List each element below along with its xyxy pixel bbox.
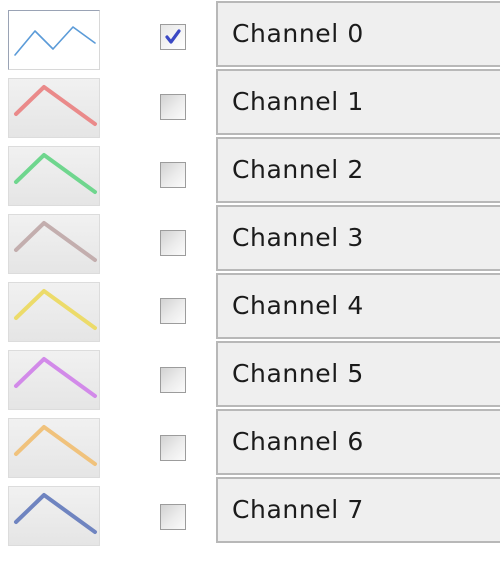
channel-row-4: Channel 4: [0, 272, 500, 342]
channel-5-color-swatch[interactable]: [8, 350, 100, 410]
channel-0-checkbox[interactable]: [160, 24, 186, 50]
channel-1-label: Channel 1: [232, 87, 364, 116]
channel-3-label: Channel 3: [232, 223, 364, 252]
peak-icon: [14, 153, 97, 194]
channel-2-color-swatch[interactable]: [8, 146, 100, 206]
channel-row-5: Channel 5: [0, 340, 500, 410]
channel-0-color-swatch[interactable]: [8, 10, 100, 70]
channel-list: Channel 0 Channel 1 Channel 2 Channel 3 Chan…: [0, 0, 500, 561]
channel-row-1: Channel 1: [0, 68, 500, 138]
channel-4-label-box[interactable]: Channel 4: [216, 273, 500, 339]
peak-icon: [14, 85, 97, 126]
channel-0-label: Channel 0: [232, 19, 364, 48]
channel-5-checkbox[interactable]: [160, 367, 186, 393]
channel-4-label: Channel 4: [232, 291, 364, 320]
channel-1-checkbox[interactable]: [160, 94, 186, 120]
peak-icon: [14, 493, 97, 534]
channel-0-label-box[interactable]: Channel 0: [216, 1, 500, 67]
channel-4-checkbox[interactable]: [160, 298, 186, 324]
channel-6-color-swatch[interactable]: [8, 418, 100, 478]
channel-7-color-swatch[interactable]: [8, 486, 100, 546]
channel-6-checkbox[interactable]: [160, 435, 186, 461]
peak-icon: [14, 289, 97, 330]
channel-3-color-swatch[interactable]: [8, 214, 100, 274]
peak-icon: [14, 221, 97, 262]
channel-7-label-box[interactable]: Channel 7: [216, 477, 500, 543]
channel-row-0: Channel 0: [0, 0, 500, 70]
channel-6-label-box[interactable]: Channel 6: [216, 409, 500, 475]
channel-1-label-box[interactable]: Channel 1: [216, 69, 500, 135]
checkmark-icon: [165, 29, 181, 44]
channel-5-label-box[interactable]: Channel 5: [216, 341, 500, 407]
channel-3-label-box[interactable]: Channel 3: [216, 205, 500, 271]
channel-row-7: Channel 7: [0, 476, 500, 546]
peak-icon: [14, 357, 97, 398]
channel-7-label: Channel 7: [232, 495, 364, 524]
channel-4-color-swatch[interactable]: [8, 282, 100, 342]
channel-2-label-box[interactable]: Channel 2: [216, 137, 500, 203]
channel-2-checkbox[interactable]: [160, 162, 186, 188]
channel-row-3: Channel 3: [0, 204, 500, 274]
channel-row-2: Channel 2: [0, 136, 500, 206]
channel-7-checkbox[interactable]: [160, 504, 186, 530]
channel-1-color-swatch[interactable]: [8, 78, 100, 138]
channel-6-label: Channel 6: [232, 427, 364, 456]
channel-5-label: Channel 5: [232, 359, 364, 388]
peak-icon: [14, 425, 97, 466]
channel-row-6: Channel 6: [0, 408, 500, 478]
channel-2-label: Channel 2: [232, 155, 364, 184]
channel-3-checkbox[interactable]: [160, 230, 186, 256]
wave-icon: [14, 26, 96, 56]
